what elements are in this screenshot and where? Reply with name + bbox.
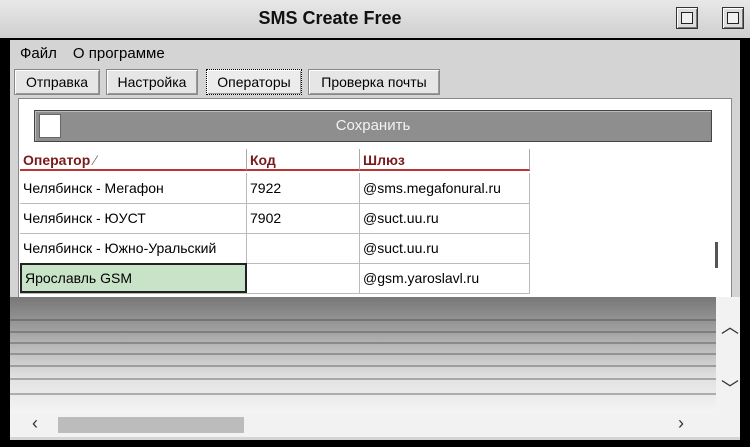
table-vertical-scrollbar[interactable] [707, 148, 727, 294]
cell-code[interactable] [247, 233, 360, 263]
tab-send[interactable]: Отправка [14, 69, 100, 95]
chevron-up-icon[interactable]: ︿ [721, 313, 739, 339]
menu-file[interactable]: Файл [10, 44, 63, 64]
table-row[interactable]: Челябинск - ЮУСТ 7902 @suct.uu.ru [20, 203, 530, 234]
tab-mail-check[interactable]: Проверка почты [308, 69, 440, 95]
column-header-gateway[interactable]: Шлюз [360, 149, 530, 171]
title-bar: SMS Create Free [0, 0, 750, 38]
cell-gateway[interactable]: @suct.uu.ru [360, 233, 530, 263]
chevron-left-icon[interactable]: ‹ [32, 413, 38, 434]
tab-operators[interactable]: Операторы [206, 69, 302, 95]
image-vertical-scrollbar[interactable]: ︿ ﹀ [716, 297, 740, 413]
horizontal-scroll-thumb[interactable] [58, 417, 244, 433]
cell-operator[interactable]: Челябинск - Мегафон [20, 173, 247, 203]
menu-about[interactable]: О программе [63, 44, 171, 64]
table-row[interactable]: Челябинск - Мегафон 7922 @sms.megafonura… [20, 173, 530, 204]
restore-button[interactable] [722, 7, 744, 29]
cell-gateway[interactable]: @gsm.yaroslavl.ru [360, 263, 530, 293]
tab-settings[interactable]: Настройка [106, 69, 198, 95]
cell-operator-editing[interactable]: Ярославль GSM [20, 263, 247, 293]
table-row[interactable]: Челябинск - Южно-Уральский @suct.uu.ru [20, 233, 530, 264]
cell-gateway[interactable]: @sms.megafonural.ru [360, 173, 530, 203]
table-row[interactable]: Ярославль GSM @gsm.yaroslavl.ru [20, 263, 530, 294]
window-title: SMS Create Free [258, 8, 402, 28]
cell-code[interactable]: 7902 [247, 203, 360, 233]
horizontal-scrollbar[interactable]: ‹ › [10, 413, 740, 437]
sort-arrow-icon: ∕ [94, 152, 97, 168]
cell-operator[interactable]: Челябинск - ЮУСТ [20, 203, 247, 233]
banner-image [10, 297, 716, 413]
cell-gateway[interactable]: @suct.uu.ru [360, 203, 530, 233]
maximize-button[interactable] [676, 7, 698, 29]
column-header-code[interactable]: Код [247, 149, 360, 171]
column-header-label: Оператор [23, 152, 91, 168]
save-label: Сохранить [335, 117, 411, 134]
chevron-down-icon[interactable]: ﹀ [721, 375, 739, 401]
cell-code[interactable] [247, 263, 360, 293]
client-area: Файл О программе Отправка Настройка Опера… [10, 40, 740, 440]
cell-operator[interactable]: Челябинск - Южно-Уральский [20, 233, 247, 263]
cell-code[interactable]: 7922 [247, 173, 360, 203]
table-scroll-thumb[interactable] [715, 242, 718, 268]
chevron-right-icon[interactable]: › [678, 413, 684, 434]
save-button[interactable]: Сохранить [34, 110, 712, 142]
menu-bar: Файл О программе [10, 44, 171, 64]
column-header-operator[interactable]: Оператор ∕ [20, 149, 247, 171]
